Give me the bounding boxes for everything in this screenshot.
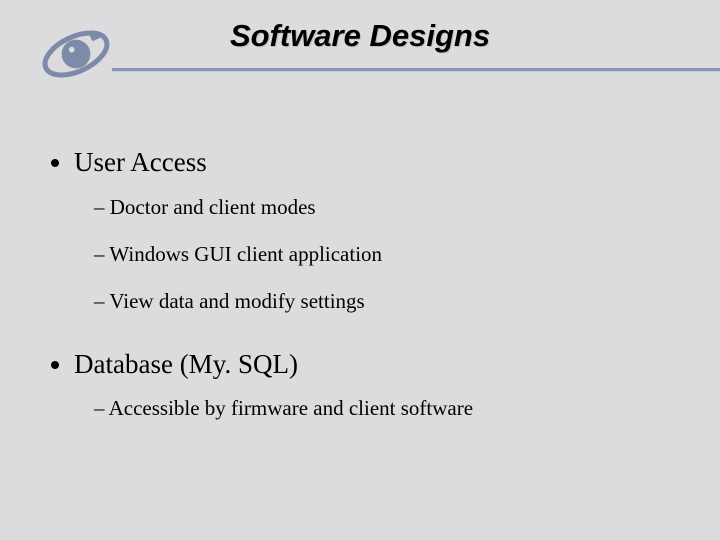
sub-bullet: Doctor and client modes: [94, 194, 672, 221]
sub-bullet: View data and modify settings: [94, 288, 672, 315]
slide-title: Software Designs: [0, 18, 720, 54]
slide-body: User Access Doctor and client modes Wind…: [48, 146, 672, 443]
bullet-text: Database (My. SQL): [74, 349, 298, 379]
bullet-database: Database (My. SQL) Accessible by firmwar…: [74, 348, 672, 423]
slide-header: Software Designs: [0, 0, 720, 95]
bullet-user-access: User Access Doctor and client modes Wind…: [74, 146, 672, 316]
sub-bullet: Windows GUI client application: [94, 241, 672, 268]
slide: Software Designs User Access Doctor and …: [0, 0, 720, 540]
header-rule: [112, 68, 720, 72]
bullet-text: User Access: [74, 147, 207, 177]
sub-bullet: Accessible by firmware and client softwa…: [94, 395, 672, 422]
